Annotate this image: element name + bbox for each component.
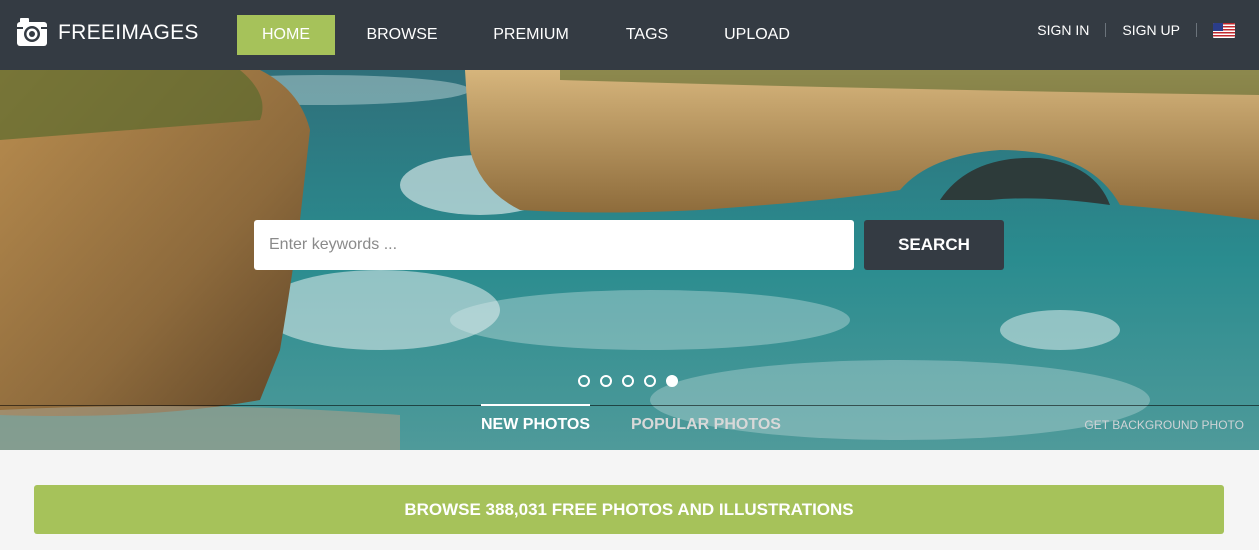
- sign-up-link[interactable]: SIGN UP: [1122, 22, 1180, 38]
- nav-browse[interactable]: BROWSE: [335, 15, 469, 55]
- slider-dot-active[interactable]: [666, 375, 678, 387]
- top-navbar: FREEIMAGES HOME BROWSE PREMIUM TAGS UPLO…: [0, 0, 1259, 70]
- search-input[interactable]: [254, 220, 854, 270]
- slider-dot[interactable]: [578, 375, 590, 387]
- nav-tags[interactable]: TAGS: [593, 15, 701, 55]
- divider: [1196, 23, 1197, 37]
- tab-divider: [0, 405, 1259, 406]
- divider: [1105, 23, 1107, 37]
- logo[interactable]: FREEIMAGES: [16, 17, 199, 49]
- tab-popular-photos[interactable]: POPULAR PHOTOS: [631, 416, 781, 434]
- search-button[interactable]: SEARCH: [864, 220, 1004, 270]
- get-background-photo-link[interactable]: GET BACKGROUND PHOTO: [1084, 418, 1244, 432]
- camera-logo-icon: [17, 18, 47, 46]
- main-nav: HOME BROWSE PREMIUM TAGS UPLOAD: [237, 15, 813, 55]
- auth-links: SIGN IN SIGN UP: [1037, 22, 1235, 38]
- browse-all-button[interactable]: BROWSE 388,031 FREE PHOTOS AND ILLUSTRAT…: [34, 485, 1224, 534]
- brand-name: FREEIMAGES: [58, 21, 199, 44]
- slider-dot[interactable]: [644, 375, 656, 387]
- slider-dots: [578, 375, 678, 387]
- sign-in-link[interactable]: SIGN IN: [1037, 22, 1089, 38]
- slider-dot[interactable]: [622, 375, 634, 387]
- us-flag-icon[interactable]: [1213, 22, 1235, 38]
- tab-new-photos[interactable]: NEW PHOTOS: [481, 404, 591, 434]
- slider-dot[interactable]: [600, 375, 612, 387]
- nav-home[interactable]: HOME: [237, 15, 335, 55]
- nav-upload[interactable]: UPLOAD: [701, 15, 813, 55]
- hero-banner: SEARCH NEW PHOTOS POPULAR PHOTOS GET BAC…: [0, 70, 1259, 450]
- nav-premium[interactable]: PREMIUM: [469, 15, 593, 55]
